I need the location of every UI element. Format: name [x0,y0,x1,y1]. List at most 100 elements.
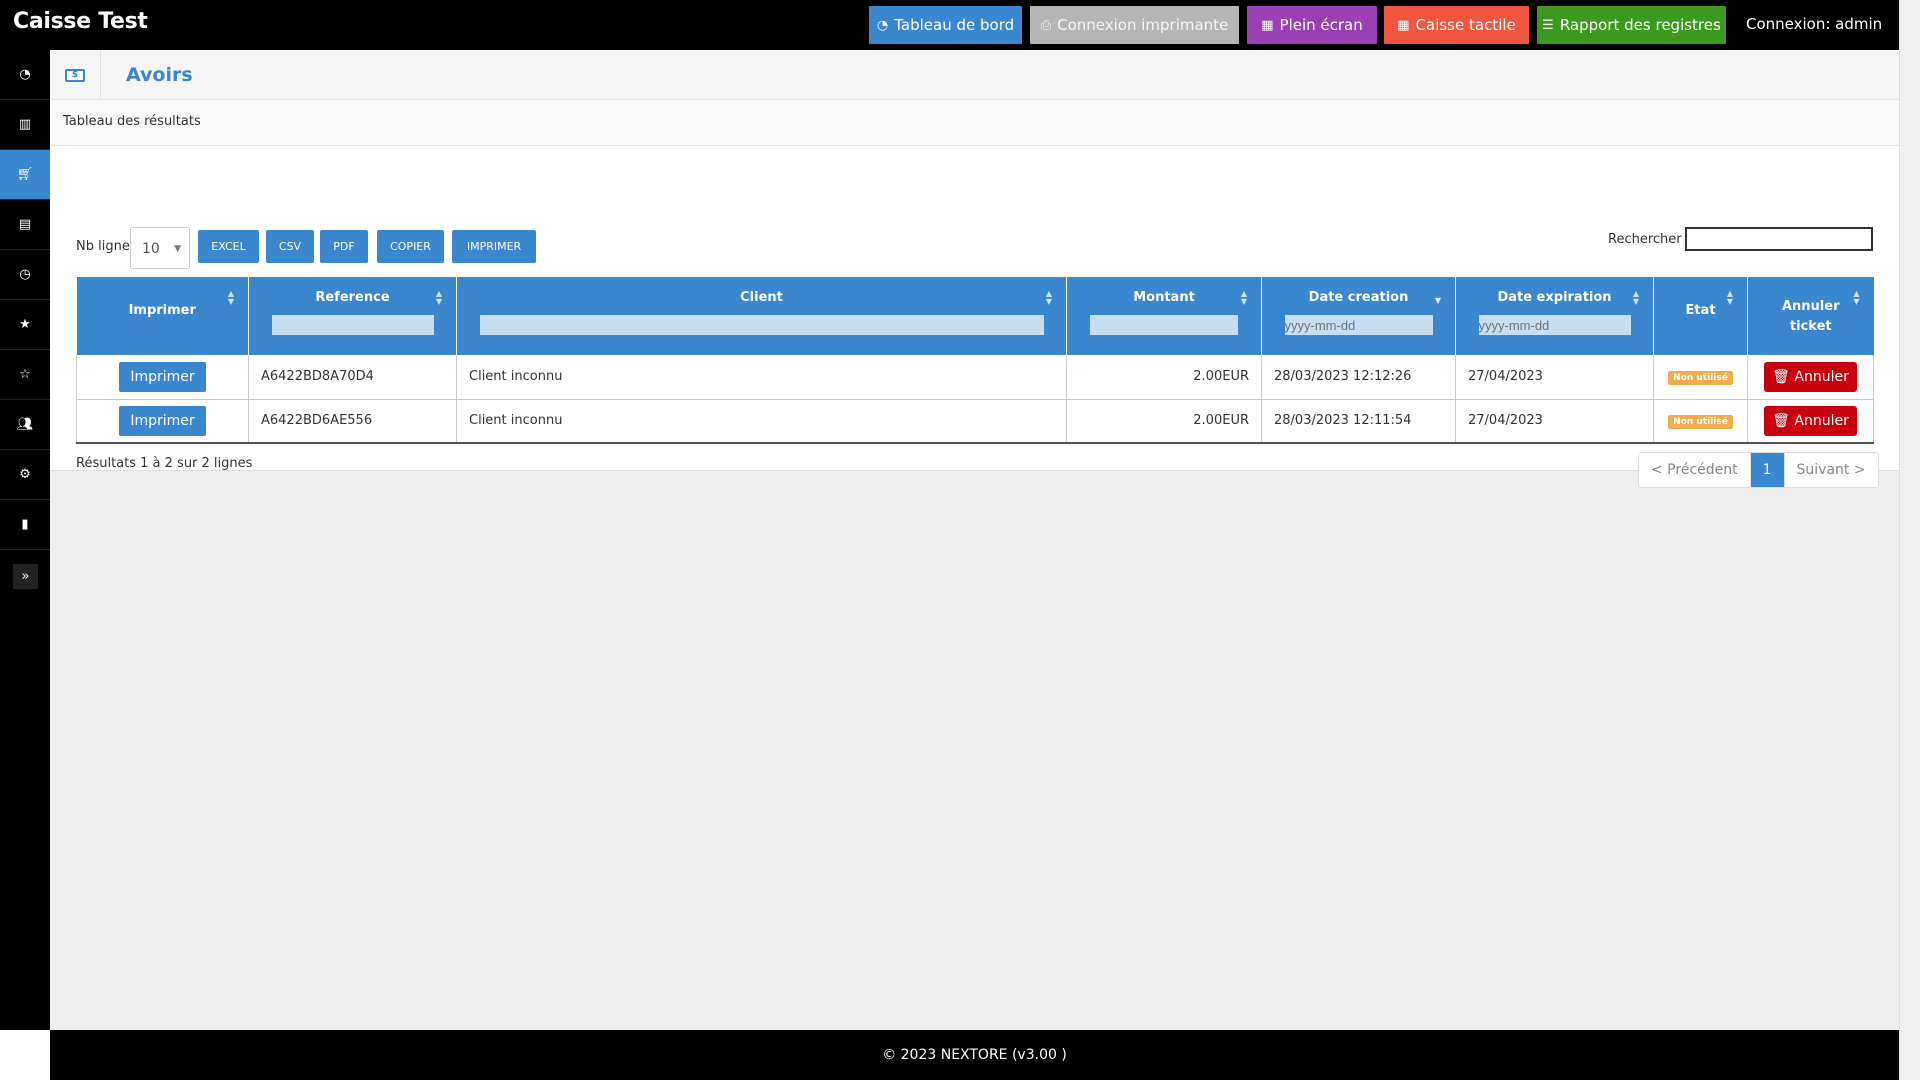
star-outline-icon: ☆ [19,367,31,382]
results-table: Imprimer ▲ ▼ Reference ▲ ▼ Client ▲ ▼ Mo… [76,277,1874,444]
vertical-scrollbar[interactable] [1899,0,1920,1080]
excel-button[interactable]: EXCEL [198,230,259,263]
nb-ligne-select[interactable]: 10 ▼ [130,227,190,269]
cancel-ticket-button[interactable]: 🗑︎ Annuler [1764,405,1857,436]
main-content: $ Avoirs Tableau des résultats Nb ligne … [50,50,1899,1030]
col-header-annuler-ticket[interactable]: Annuler ticket ▲ ▼ [1747,277,1874,355]
table-row: Imprimer A6422BD8A70D4 Client inconnu 2.… [76,355,1874,400]
client-cell: Client inconnu [456,355,1067,400]
col-header-imprimer[interactable]: Imprimer ▲ ▼ [76,277,249,355]
sort-desc-icon: ▼ [1434,296,1441,305]
sidebar-item-history[interactable]: ◷ [0,250,50,300]
col-label: Etat [1685,303,1716,318]
copy-button[interactable]: COPIER [377,230,444,263]
dashboard-button-label: Tableau de bord [894,16,1015,34]
date-expiration-filter-input[interactable] [1478,315,1631,335]
sidebar-item-dashboard[interactable]: ◔ [0,50,50,100]
csv-button[interactable]: CSV [266,230,314,263]
printer-connect-button[interactable]: ⎙ Connexion imprimante [1030,6,1239,44]
sidebar-item-users[interactable]: 👥︎ [0,400,50,450]
sidebar-item-loyalty[interactable]: ☆ [0,350,50,400]
sidebar-item-cart[interactable]: 🛒︎ [0,150,50,200]
sort-icon: ▲ ▼ [1726,289,1733,306]
sort-icon: ▲ ▼ [1045,289,1052,306]
print-ticket-button[interactable]: Imprimer [119,405,206,436]
table-header-row: Imprimer ▲ ▼ Reference ▲ ▼ Client ▲ ▼ Mo… [76,277,1874,355]
dashboard-button[interactable]: ◔ Tableau de bord [869,6,1022,44]
client-filter-input[interactable] [479,315,1044,335]
footer: © 2023 NEXTORE (v3.00 ) [50,1030,1899,1080]
client-cell: Client inconnu [456,399,1067,444]
login-info[interactable]: Connexion: admin [1746,15,1882,33]
dashboard-icon: ◔ [19,67,31,82]
col-header-client[interactable]: Client ▲ ▼ [456,277,1067,355]
montant-cell: 2.00EUR [1066,355,1262,400]
montant-cell: 2.00EUR [1066,399,1262,444]
nb-ligne-value: 10 [142,241,160,257]
sidebar: ◔ ▥ 🛒︎ ▤ ◷ ★ ☆ 👥︎ ⚙ ▮ » [0,50,50,1030]
col-header-date-creation[interactable]: Date creation ▼ [1261,277,1456,355]
grid-icon: ▦ [1397,17,1410,33]
page-title: Avoirs [126,64,193,86]
fullscreen-label: Plein écran [1279,16,1363,34]
print-ticket-button[interactable]: Imprimer [119,361,206,392]
date-expiration-cell: 27/04/2023 [1455,399,1654,444]
sort-icon: ▲ ▼ [1240,289,1247,306]
search-input[interactable] [1685,227,1873,251]
col-label: Reference [315,290,390,305]
status-badge: Non utilisé [1668,414,1733,429]
pagination: < Précédent 1 Suivant > [1638,452,1879,488]
sidebar-item-stats[interactable]: ▮ [0,500,50,550]
col-header-reference[interactable]: Reference ▲ ▼ [248,277,457,355]
sort-icon: ▲ ▼ [227,289,234,306]
reference-filter-input[interactable] [271,315,434,335]
col-header-date-expiration[interactable]: Date expiration ▲ ▼ [1455,277,1654,355]
col-label: Imprimer [128,303,196,318]
sidebar-item-barcode[interactable]: ▥ [0,100,50,150]
cart-icon: 🛒︎ [16,167,34,182]
results-info: Résultats 1 à 2 sur 2 lignes [76,456,253,471]
pdf-button[interactable]: PDF [320,230,368,263]
grid-icon: ▦ [1261,17,1274,33]
touch-register-button[interactable]: ▦ Caisse tactile [1384,6,1529,44]
col-header-etat[interactable]: Etat ▲ ▼ [1653,277,1748,355]
brand-title: Caisse Test [13,9,148,34]
col-header-montant[interactable]: Montant ▲ ▼ [1066,277,1262,355]
pagination-page-1[interactable]: 1 [1750,453,1785,487]
bar-chart-icon: ▮ [21,517,29,532]
panel-heading: Tableau des résultats [50,100,1899,146]
col-label: Montant [1133,290,1195,305]
page-icon-box: $ [50,50,101,100]
col-label: Annuler ticket [1781,299,1840,334]
search-label: Rechercher [1608,232,1682,247]
print-export-button[interactable]: IMPRIMER [452,230,536,263]
chevron-down-icon: ▼ [174,244,181,254]
col-label: Client [740,290,783,305]
sidebar-item-favorites[interactable]: ★ [0,300,50,350]
register-report-button[interactable]: ☰ Rapport des registres [1537,6,1726,44]
sort-icon: ▲ ▼ [1632,289,1639,306]
barcode-icon: ▥ [18,117,32,132]
date-creation-filter-input[interactable] [1284,315,1433,335]
money-icon: $ [65,68,85,82]
clock-icon: ◷ [19,267,31,282]
panel-heading-text: Tableau des résultats [63,114,201,129]
star-icon: ★ [19,317,31,332]
montant-filter-input[interactable] [1090,315,1238,335]
printer-connect-label: Connexion imprimante [1057,16,1229,34]
date-expiration-cell: 27/04/2023 [1455,355,1654,400]
table-row: Imprimer A6422BD6AE556 Client inconnu 2.… [76,399,1874,444]
cancel-ticket-button[interactable]: 🗑︎ Annuler [1764,361,1857,392]
sidebar-expand-button[interactable]: » [13,564,38,589]
sidebar-item-documents[interactable]: ▤ [0,200,50,250]
users-icon: 👥︎ [16,417,34,432]
sort-icon: ▲ ▼ [435,289,442,306]
page-header: $ Avoirs [50,50,1899,100]
trash-icon: 🗑︎ [1772,368,1795,385]
status-badge: Non utilisé [1668,370,1733,385]
fullscreen-button[interactable]: ▦ Plein écran [1247,6,1377,44]
pagination-prev[interactable]: < Précédent [1639,453,1751,487]
sidebar-item-settings[interactable]: ⚙ [0,450,50,500]
date-creation-cell: 28/03/2023 12:12:26 [1261,355,1456,400]
pagination-next[interactable]: Suivant > [1784,453,1878,487]
